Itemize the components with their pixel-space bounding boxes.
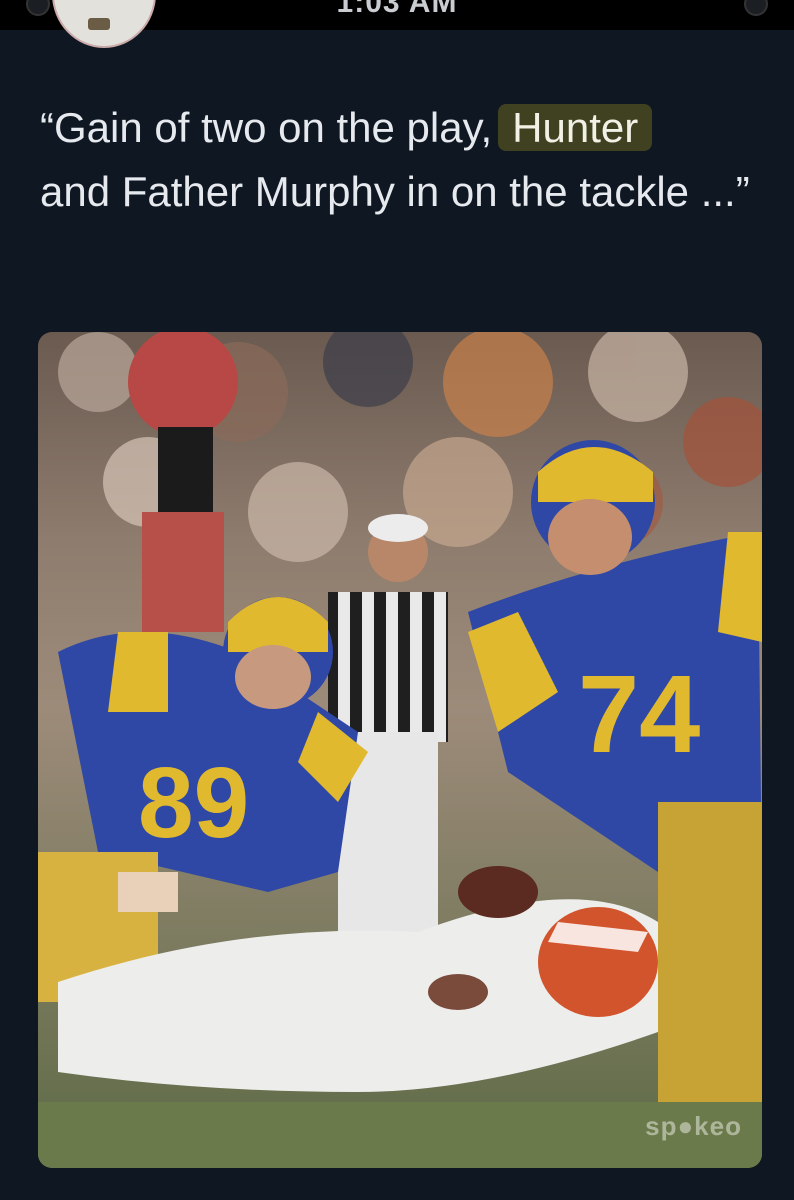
photo-illustration: 89 74 [38, 332, 762, 1168]
avatar[interactable] [52, 0, 156, 48]
referee [328, 514, 448, 932]
watermark: sp●keo [645, 1111, 742, 1141]
tweet-text-before: “Gain of two on the play, [40, 104, 493, 151]
tweet-text-after: and Father Murphy in on the tackle ...” [40, 168, 750, 215]
jersey-number-74: 74 [578, 653, 700, 776]
tweet-photo[interactable]: 89 74 sp●keo [38, 332, 762, 1168]
highlighted-word: Hunter [498, 104, 653, 151]
avatar-mark [88, 18, 110, 30]
jersey-number-89: 89 [138, 747, 249, 859]
tweet-text: “Gain of two on the play, Hunter and Fath… [40, 96, 760, 224]
